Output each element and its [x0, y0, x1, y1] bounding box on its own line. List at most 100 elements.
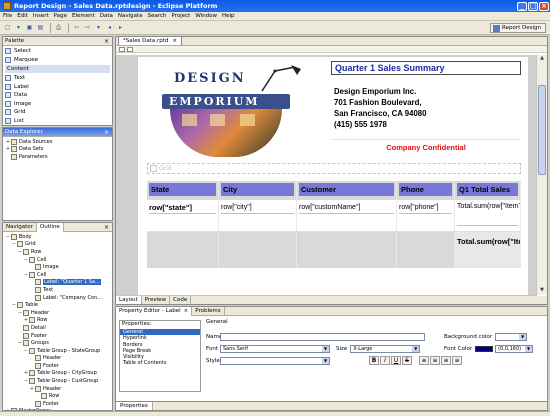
outline-node[interactable]: Label: "Quarter 1 Sa... [5, 279, 110, 287]
tab-property-editor[interactable]: Property Editor - Label × [116, 307, 193, 316]
layout-canvas[interactable]: DESIGN EMPORIUM Quarter 1 Sales Summary … [116, 55, 537, 295]
outline-node[interactable]: − Header [5, 309, 110, 317]
menu-insert[interactable]: Insert [33, 13, 49, 19]
palette-marquee[interactable]: Marquee [5, 56, 110, 65]
tab-problems[interactable]: Problems [192, 307, 225, 316]
outline-node[interactable]: Text [5, 286, 110, 294]
align-left-icon[interactable]: ≡ [419, 356, 429, 365]
font-select[interactable]: Sans Serif ▼ [220, 345, 330, 353]
menu-data[interactable]: Data [100, 13, 113, 19]
minimize-button[interactable]: _ [517, 1, 527, 11]
palette-grid[interactable]: Grid [5, 108, 110, 117]
background-color-picker[interactable]: ▼ [495, 333, 528, 341]
editor-tab[interactable]: *Sales Data.rptd × [118, 37, 183, 45]
ruler-grid-icon[interactable] [127, 46, 133, 52]
tab-navigator[interactable]: Navigator [3, 223, 37, 232]
menu-file[interactable]: File [3, 13, 12, 19]
font-color-picker[interactable]: (0,0,160) ▼ [495, 345, 534, 353]
font-color-swatch[interactable] [475, 346, 494, 352]
menu-window[interactable]: Window [195, 13, 217, 19]
menu-page[interactable]: Page [54, 13, 67, 19]
menu-edit[interactable]: Edit [17, 13, 28, 19]
tree-data-sets[interactable]: + Data Sets [5, 146, 110, 154]
style-select[interactable]: ▼ [220, 357, 330, 365]
outline-node[interactable]: Row [5, 392, 110, 400]
save-icon[interactable]: ▣ [25, 23, 34, 32]
menu-element[interactable]: Element [72, 13, 95, 19]
menu-help[interactable]: Help [222, 13, 235, 19]
palette-close-icon[interactable]: × [104, 38, 109, 45]
vertical-scroll-thumb[interactable] [538, 85, 546, 175]
underline-button[interactable]: U [391, 356, 401, 365]
strikethrough-button[interactable]: S [402, 356, 412, 365]
tab-preview[interactable]: Preview [142, 296, 171, 304]
outline-node[interactable]: − Cell [5, 271, 110, 279]
tab-code[interactable]: Code [170, 296, 192, 304]
palette-category-content[interactable]: Content [5, 65, 110, 73]
palette-list[interactable]: List [5, 117, 110, 126]
align-right-icon[interactable]: ≡ [441, 356, 451, 365]
outline-node[interactable]: + Row [5, 317, 110, 325]
grid-element[interactable]: Grid [147, 163, 521, 174]
tree-parameters[interactable]: Parameters [5, 153, 110, 161]
company-logo-image[interactable]: DESIGN EMPORIUM [147, 61, 319, 159]
palette-image[interactable]: Image [5, 100, 110, 109]
prop-cat-toc[interactable]: Table of Contents [120, 360, 200, 366]
report-page[interactable]: DESIGN EMPORIUM Quarter 1 Sales Summary … [138, 57, 528, 295]
outline-node[interactable]: − Body [5, 233, 110, 241]
menu-navigate[interactable]: Navigate [118, 13, 143, 19]
tab-layout[interactable]: Layout [116, 296, 142, 304]
outline-node[interactable]: − Groups [5, 339, 110, 347]
nav-dropdown-icon[interactable]: ▾ [94, 23, 103, 32]
palette-text[interactable]: Text [5, 74, 110, 83]
outline-node[interactable]: − Grid [5, 241, 110, 249]
outline-node[interactable]: Footer [5, 332, 110, 340]
outline-node[interactable]: Label: "Company Con... [5, 294, 110, 302]
report-title-label[interactable]: Quarter 1 Sales Summary [331, 61, 521, 75]
align-justify-icon[interactable]: ≡ [452, 356, 462, 365]
tree-data-sources[interactable]: + Data Sources [5, 138, 110, 146]
perspective-switcher[interactable]: Report Design [490, 23, 546, 33]
history-back-icon[interactable]: ◂ [105, 23, 114, 32]
scroll-down-icon[interactable]: ▼ [538, 287, 546, 295]
outline-node[interactable]: Image [5, 263, 110, 271]
menu-project[interactable]: Project [171, 13, 190, 19]
property-editor-close-icon[interactable]: × [184, 308, 189, 314]
size-select[interactable]: X-Large ▼ [350, 345, 421, 353]
outline-node[interactable]: Footer [5, 362, 110, 370]
confidential-label[interactable]: Company Confidential [331, 139, 521, 155]
outline-node[interactable]: Header [5, 355, 110, 363]
data-explorer-close-icon[interactable]: × [104, 129, 109, 136]
close-button[interactable]: × [539, 1, 549, 11]
tab-properties[interactable]: Properties [116, 402, 153, 410]
footer-q1-total[interactable]: Total.sum(row["ItemTotal"]) [455, 232, 521, 268]
new-icon[interactable]: ▢ [3, 23, 12, 32]
outline-node[interactable]: − Row [5, 248, 110, 256]
sales-table[interactable]: State City Customer Phone Q1 Total Sales… [147, 181, 521, 268]
properties-category-list[interactable]: Properties: General Hyperlink Borders Pa… [119, 320, 201, 392]
address-text[interactable]: Design Emporium Inc. 701 Fashion Bouleva… [331, 83, 521, 137]
menu-search[interactable]: Search [148, 13, 167, 19]
outline-node[interactable]: Detail [5, 324, 110, 332]
italic-button[interactable]: I [380, 356, 390, 365]
forward-icon[interactable]: ⇨ [83, 23, 92, 32]
scroll-up-icon[interactable]: ▲ [538, 55, 546, 63]
palette-data[interactable]: Data [5, 91, 110, 100]
name-input[interactable] [220, 333, 425, 341]
palette-label[interactable]: Label [5, 83, 110, 92]
outline-node[interactable]: Footer [5, 400, 110, 408]
print-icon[interactable]: ⎙ [54, 23, 63, 32]
outline-node[interactable]: + Table Group - CityGroup [5, 370, 110, 378]
palette-select[interactable]: Select [5, 47, 110, 56]
align-center-icon[interactable]: ≡ [430, 356, 440, 365]
outline-node[interactable]: − Table Group - StateGroup [5, 347, 110, 355]
tab-outline[interactable]: Outline [36, 223, 64, 232]
editor-tab-close-icon[interactable]: × [172, 38, 177, 44]
outline-node[interactable]: − Table Group - CustGroup [5, 377, 110, 385]
history-forward-icon[interactable]: ▸ [116, 23, 125, 32]
outline-node[interactable]: − Table [5, 301, 110, 309]
maximize-button[interactable]: □ [528, 1, 538, 11]
editor-vertical-scrollbar[interactable]: ▲ ▼ [536, 55, 547, 295]
bold-button[interactable]: B [369, 356, 379, 365]
ruler-toggle-icon[interactable] [119, 46, 125, 52]
